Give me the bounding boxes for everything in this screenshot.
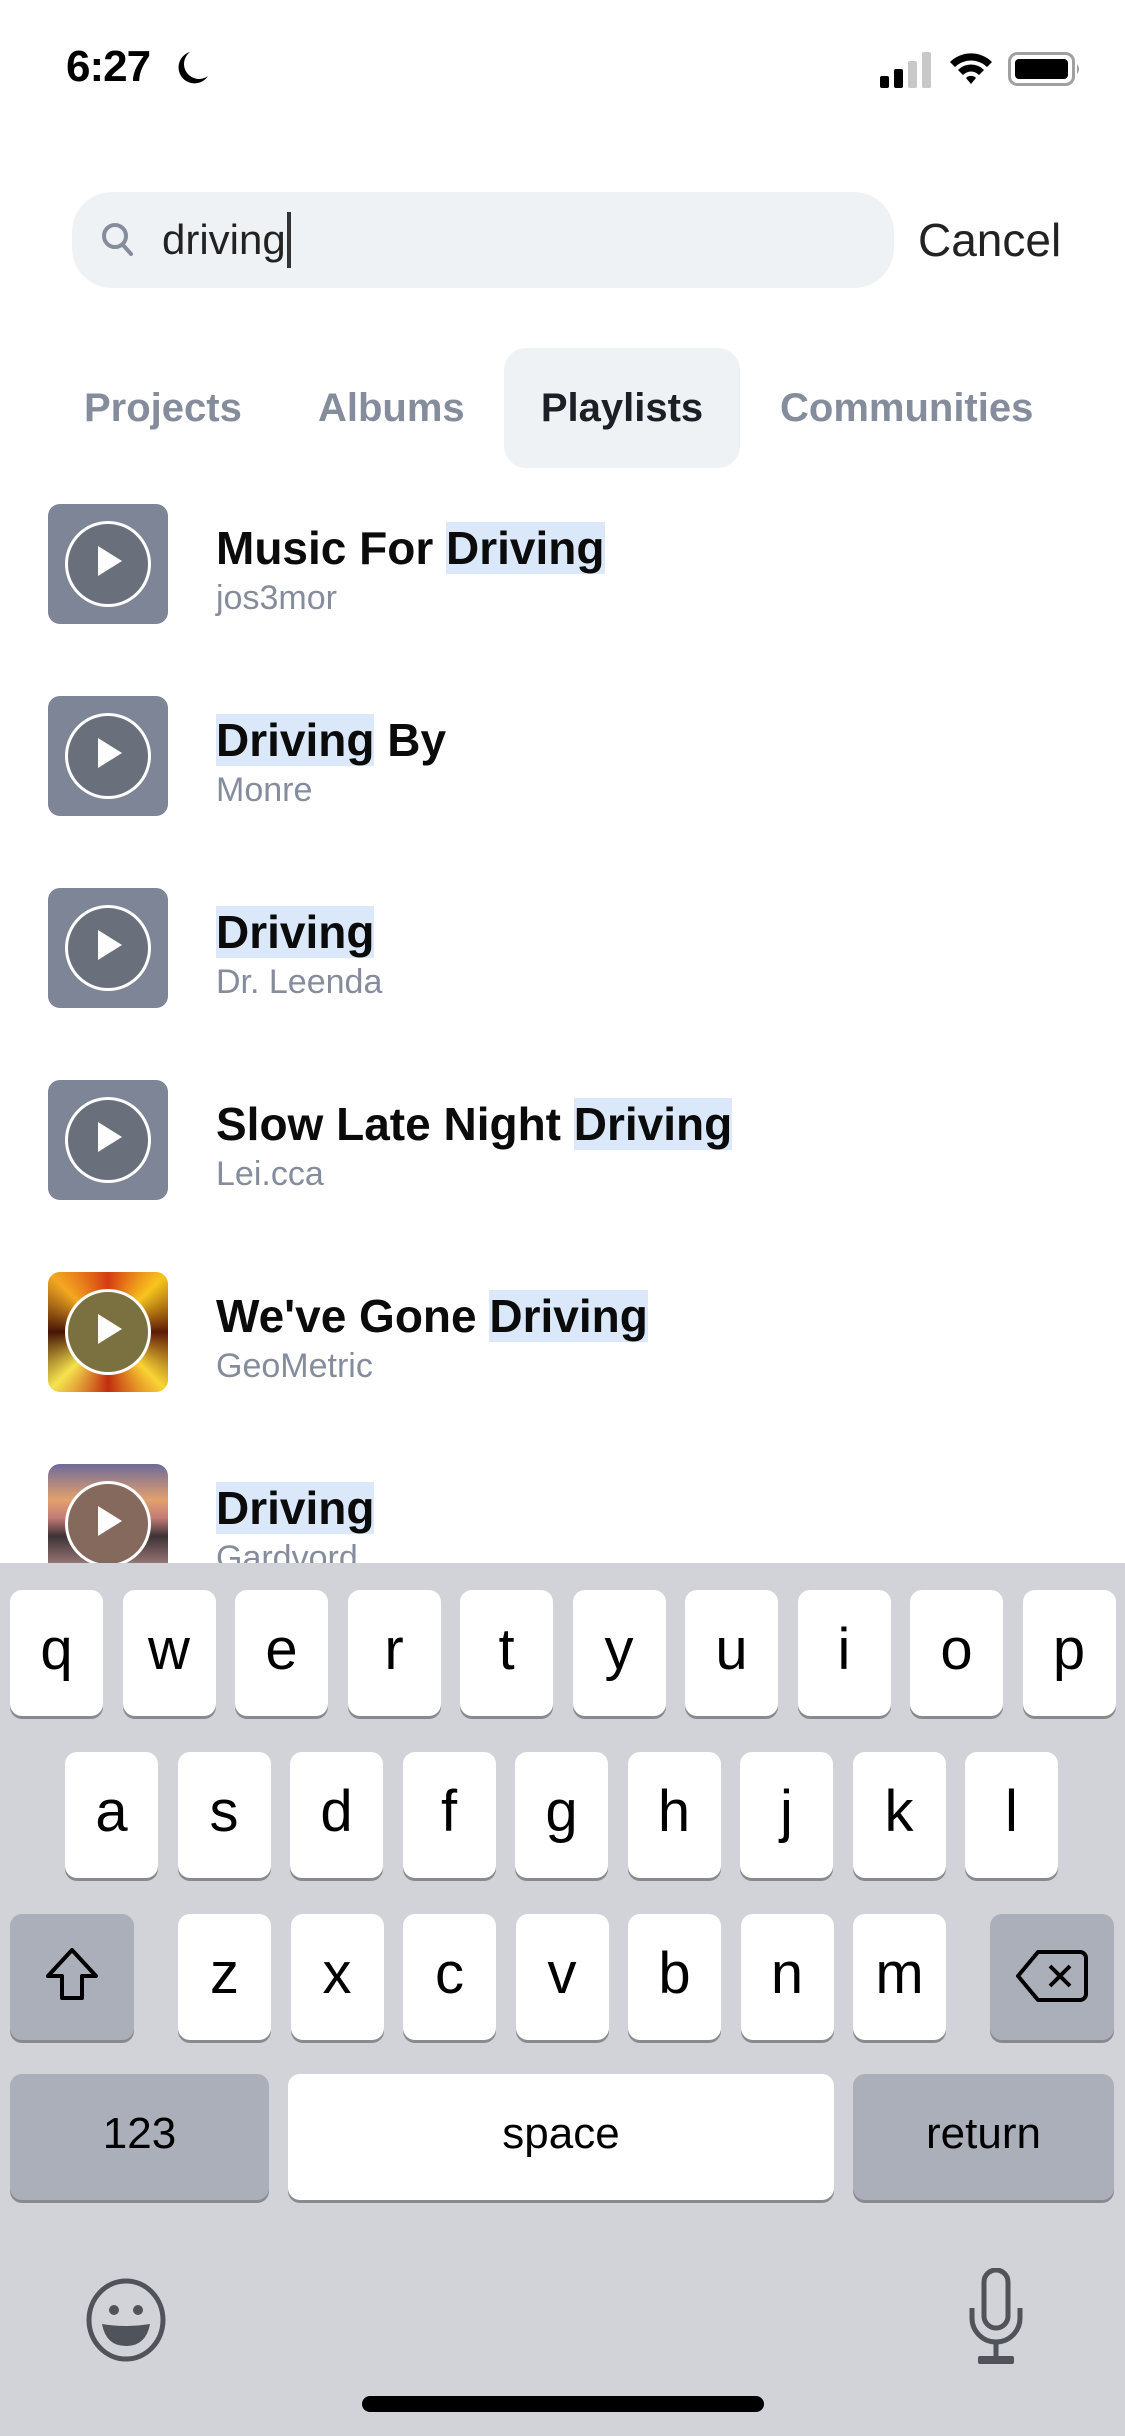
playlist-artwork[interactable] [48, 504, 168, 624]
playlist-author: Monre [216, 771, 313, 809]
numbers-key[interactable]: 123 [10, 2074, 269, 2200]
key-x[interactable]: x [290, 1914, 384, 2040]
playlist-author: Dr. Leenda [216, 963, 383, 1001]
key-n[interactable]: n [740, 1914, 834, 2040]
search-input[interactable]: driving [162, 212, 291, 268]
playlist-artwork[interactable] [48, 888, 168, 1008]
cellular-signal-icon [880, 52, 931, 88]
key-y[interactable]: y [572, 1590, 666, 1716]
tab-playlists[interactable]: Playlists [504, 348, 740, 468]
battery-icon [1008, 52, 1079, 86]
key-g[interactable]: g [515, 1752, 608, 1878]
playlist-title: Slow Late Night Driving [216, 1094, 733, 1154]
moon-icon [178, 52, 208, 84]
playlist-artwork[interactable] [48, 696, 168, 816]
search-match-highlight: Driving [216, 906, 375, 958]
key-u[interactable]: u [685, 1590, 778, 1716]
tab-albums[interactable]: Albums [318, 348, 465, 468]
keyboard: q w e r t y u i o p a s d f g h j k l z x c v b n m 123 space return [0, 1563, 1125, 2436]
playlist-artwork[interactable] [48, 1080, 168, 1200]
playlist-result-item[interactable]: Driving Dr. Leenda [0, 888, 1125, 1028]
shift-key[interactable] [10, 1914, 134, 2040]
playlist-title: Driving [216, 902, 375, 962]
playlist-result-item[interactable]: Driving By Monre [0, 696, 1125, 836]
title-prefix: We've Gone [216, 1290, 490, 1342]
key-i[interactable]: i [797, 1590, 891, 1716]
tab-projects[interactable]: Projects [84, 348, 242, 468]
key-v[interactable]: v [515, 1914, 609, 2040]
playlist-title: We've Gone Driving [216, 1286, 648, 1346]
wifi-icon [950, 53, 992, 84]
key-b[interactable]: b [628, 1914, 721, 2040]
space-key[interactable]: space [288, 2074, 834, 2200]
home-indicator[interactable] [362, 2396, 764, 2412]
search-icon [102, 223, 133, 256]
status-time: 6:27 [66, 42, 151, 91]
key-f[interactable]: f [402, 1752, 496, 1878]
delete-key[interactable] [990, 1914, 1114, 2040]
play-icon [98, 546, 122, 576]
emoji-icon[interactable] [84, 2278, 168, 2362]
key-t[interactable]: t [460, 1590, 553, 1716]
key-d[interactable]: d [290, 1752, 383, 1878]
key-j[interactable]: j [740, 1752, 833, 1878]
title-prefix: Slow Late Night [216, 1098, 574, 1150]
play-icon [98, 1314, 122, 1344]
key-k[interactable]: k [852, 1752, 946, 1878]
search-match-highlight: Driving [446, 522, 605, 574]
key-s[interactable]: s [177, 1752, 271, 1878]
playlist-author: Lei.cca [216, 1155, 324, 1193]
key-z[interactable]: z [178, 1914, 271, 2040]
key-r[interactable]: r [347, 1590, 441, 1716]
search-match-highlight: Driving [216, 1482, 375, 1534]
playlist-author: GeoMetric [216, 1347, 373, 1385]
key-q[interactable]: q [10, 1590, 103, 1716]
search-category-tabs: s Projects Albums Playlists Communities [0, 348, 1125, 468]
microphone-icon[interactable] [966, 2268, 1026, 2368]
play-icon [98, 1122, 122, 1152]
key-h[interactable]: h [627, 1752, 721, 1878]
play-icon [98, 930, 122, 960]
status-bar: 6:27 [0, 0, 1125, 140]
return-key[interactable]: return [853, 2074, 1114, 2200]
play-icon [98, 738, 122, 768]
key-c[interactable]: c [403, 1914, 496, 2040]
search-match-highlight: Driving [216, 714, 375, 766]
title-prefix: Music For [216, 522, 447, 574]
text-caret [286, 212, 291, 268]
playlist-result-item[interactable]: Music For Driving jos3mor [0, 504, 1125, 644]
search-field[interactable]: driving [72, 192, 894, 288]
search-match-highlight: Driving [489, 1290, 648, 1342]
play-icon [98, 1506, 122, 1536]
playlist-artwork[interactable] [48, 1272, 168, 1392]
key-e[interactable]: e [235, 1590, 328, 1716]
playlist-result-item[interactable]: We've Gone Driving GeoMetric [0, 1272, 1125, 1412]
tab-communities[interactable]: Communities [780, 348, 1033, 468]
key-m[interactable]: m [853, 1914, 946, 2040]
search-match-highlight: Driving [573, 1098, 733, 1150]
playlist-title: Driving [216, 1478, 375, 1538]
search-input-value: driving [162, 216, 286, 263]
playlist-result-item[interactable]: Slow Late Night Driving Lei.cca [0, 1080, 1125, 1220]
key-l[interactable]: l [965, 1752, 1058, 1878]
key-w[interactable]: w [122, 1590, 216, 1716]
key-p[interactable]: p [1022, 1590, 1116, 1716]
playlist-title: Driving By [216, 710, 446, 770]
shift-icon [46, 1948, 98, 2000]
title-suffix: By [374, 714, 447, 766]
key-a[interactable]: a [65, 1752, 158, 1878]
playlist-title: Music For Driving [216, 518, 605, 578]
cancel-button[interactable]: Cancel [918, 208, 1061, 272]
playlist-author: jos3mor [216, 579, 337, 617]
key-o[interactable]: o [910, 1590, 1003, 1716]
delete-icon [1016, 1950, 1088, 2002]
